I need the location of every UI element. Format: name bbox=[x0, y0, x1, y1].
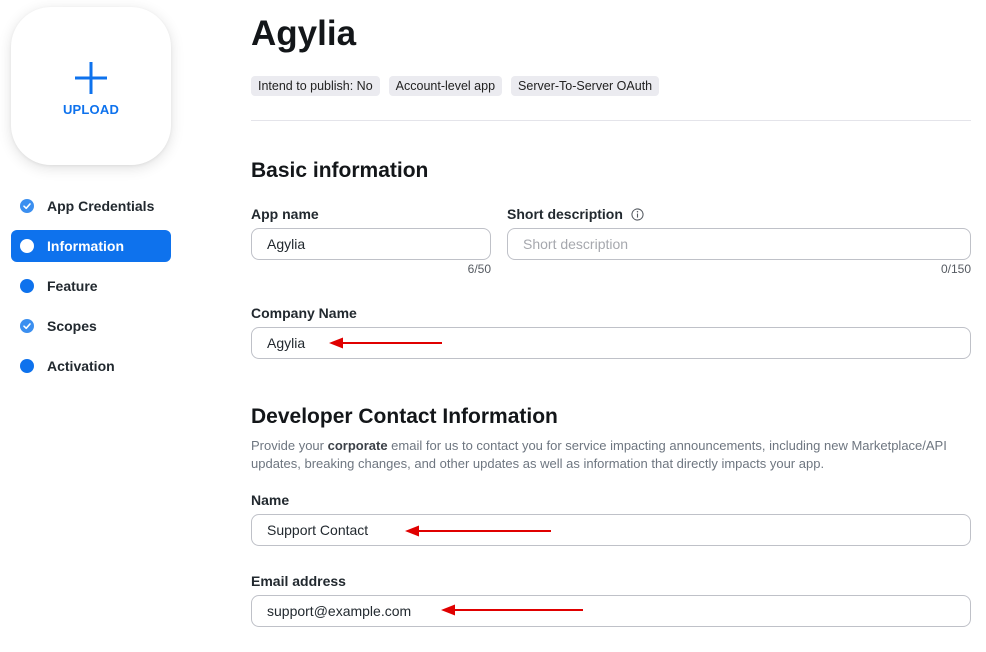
dot-icon bbox=[20, 279, 34, 293]
short-description-label-row: Short description bbox=[507, 206, 644, 222]
description-text: Provide your bbox=[251, 438, 328, 453]
section-title-basic: Basic information bbox=[251, 159, 429, 182]
nav-item-app-credentials[interactable]: App Credentials bbox=[11, 190, 171, 222]
nav-item-label: App Credentials bbox=[47, 198, 155, 214]
page-title: Agylia bbox=[251, 14, 357, 53]
sidebar-nav: App Credentials Information Feature Scop… bbox=[11, 190, 171, 390]
dot-icon bbox=[20, 359, 34, 373]
nav-item-activation[interactable]: Activation bbox=[11, 350, 171, 382]
upload-label: UPLOAD bbox=[62, 101, 120, 117]
annotation-arrow-icon bbox=[329, 337, 442, 349]
app-name-counter: 6/50 bbox=[467, 262, 491, 276]
email-address-input[interactable] bbox=[251, 595, 971, 627]
nav-item-feature[interactable]: Feature bbox=[11, 270, 171, 302]
short-description-counter: 0/150 bbox=[940, 262, 971, 276]
nav-item-information[interactable]: Information bbox=[11, 230, 171, 262]
short-description-label: Short description bbox=[507, 206, 623, 222]
annotation-arrow-icon bbox=[441, 604, 583, 616]
app-name-label: App name bbox=[251, 206, 319, 222]
upload-button[interactable]: UPLOAD bbox=[11, 7, 171, 165]
check-circle-icon bbox=[20, 319, 34, 333]
plus-icon bbox=[75, 61, 107, 94]
contact-name-label: Name bbox=[251, 492, 290, 508]
info-icon[interactable] bbox=[631, 207, 644, 221]
developer-description: Provide your corporate email for us to c… bbox=[251, 437, 976, 473]
check-circle-icon bbox=[20, 199, 34, 213]
app-name-input[interactable] bbox=[251, 228, 491, 260]
nav-item-label: Scopes bbox=[47, 318, 97, 334]
description-emphasis: corporate bbox=[327, 438, 388, 453]
company-name-label: Company Name bbox=[251, 305, 357, 321]
tag-app-level: Account-level app bbox=[388, 76, 503, 96]
nav-item-scopes[interactable]: Scopes bbox=[11, 310, 171, 342]
divider bbox=[251, 120, 971, 121]
tag-publish: Intend to publish: No bbox=[251, 76, 380, 96]
nav-item-label: Feature bbox=[47, 278, 98, 294]
email-address-label: Email address bbox=[251, 573, 346, 589]
section-title-developer: Developer Contact Information bbox=[251, 405, 558, 428]
tag-auth-type: Server-To-Server OAuth bbox=[511, 76, 660, 96]
annotation-arrow-icon bbox=[405, 525, 551, 537]
nav-item-label: Information bbox=[47, 238, 124, 254]
nav-item-label: Activation bbox=[47, 358, 115, 374]
contact-name-input[interactable] bbox=[251, 514, 971, 546]
app-tags: Intend to publish: No Account-level app … bbox=[251, 76, 660, 96]
circle-icon bbox=[20, 239, 34, 253]
short-description-input[interactable] bbox=[507, 228, 971, 260]
